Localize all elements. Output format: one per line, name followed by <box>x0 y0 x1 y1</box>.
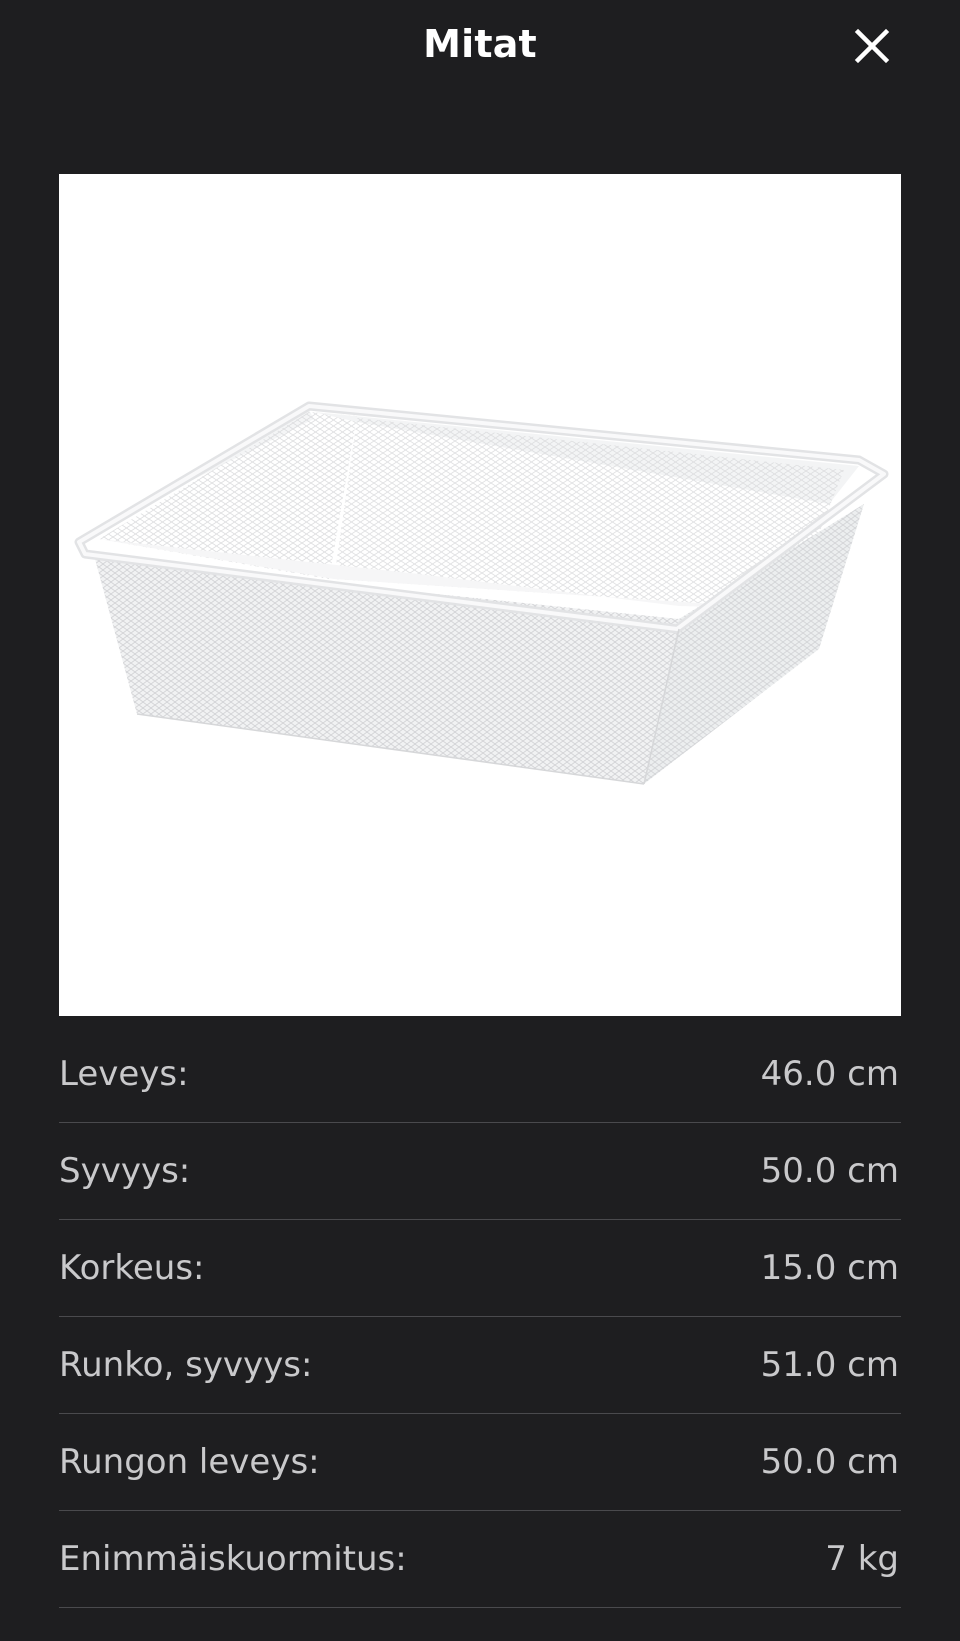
dimension-row-height: Korkeus: 15.0 cm <box>59 1220 901 1317</box>
dimension-label: Korkeus: <box>59 1248 205 1288</box>
dimension-row-max-load: Enimmäiskuormitus: 7 kg <box>59 1511 901 1608</box>
dimension-row-depth: Syvyys: 50.0 cm <box>59 1123 901 1220</box>
wire-mesh-basket-image <box>74 401 889 785</box>
dimension-label: Rungon leveys: <box>59 1442 320 1482</box>
dimension-value: 51.0 cm <box>760 1345 899 1385</box>
dimension-value: 50.0 cm <box>760 1442 899 1482</box>
dimensions-list: Leveys: 46.0 cm Syvyys: 50.0 cm Korkeus:… <box>59 1026 901 1608</box>
dimension-row-width: Leveys: 46.0 cm <box>59 1026 901 1123</box>
dimension-value: 46.0 cm <box>760 1054 899 1094</box>
dimension-row-frame-width: Rungon leveys: 50.0 cm <box>59 1414 901 1511</box>
dimension-value: 15.0 cm <box>760 1248 899 1288</box>
dimension-row-frame-depth: Runko, syvyys: 51.0 cm <box>59 1317 901 1414</box>
close-button[interactable] <box>848 22 896 70</box>
page-title: Mitat <box>423 22 537 66</box>
dimension-label: Leveys: <box>59 1054 189 1094</box>
dimension-label: Runko, syvyys: <box>59 1345 313 1385</box>
modal-header: Mitat <box>0 0 960 96</box>
dimension-value: 50.0 cm <box>760 1151 899 1191</box>
dimension-value: 7 kg <box>825 1539 899 1579</box>
product-image <box>59 174 901 1016</box>
dimension-label: Syvyys: <box>59 1151 191 1191</box>
close-icon <box>854 28 890 64</box>
dimension-label: Enimmäiskuormitus: <box>59 1539 407 1579</box>
